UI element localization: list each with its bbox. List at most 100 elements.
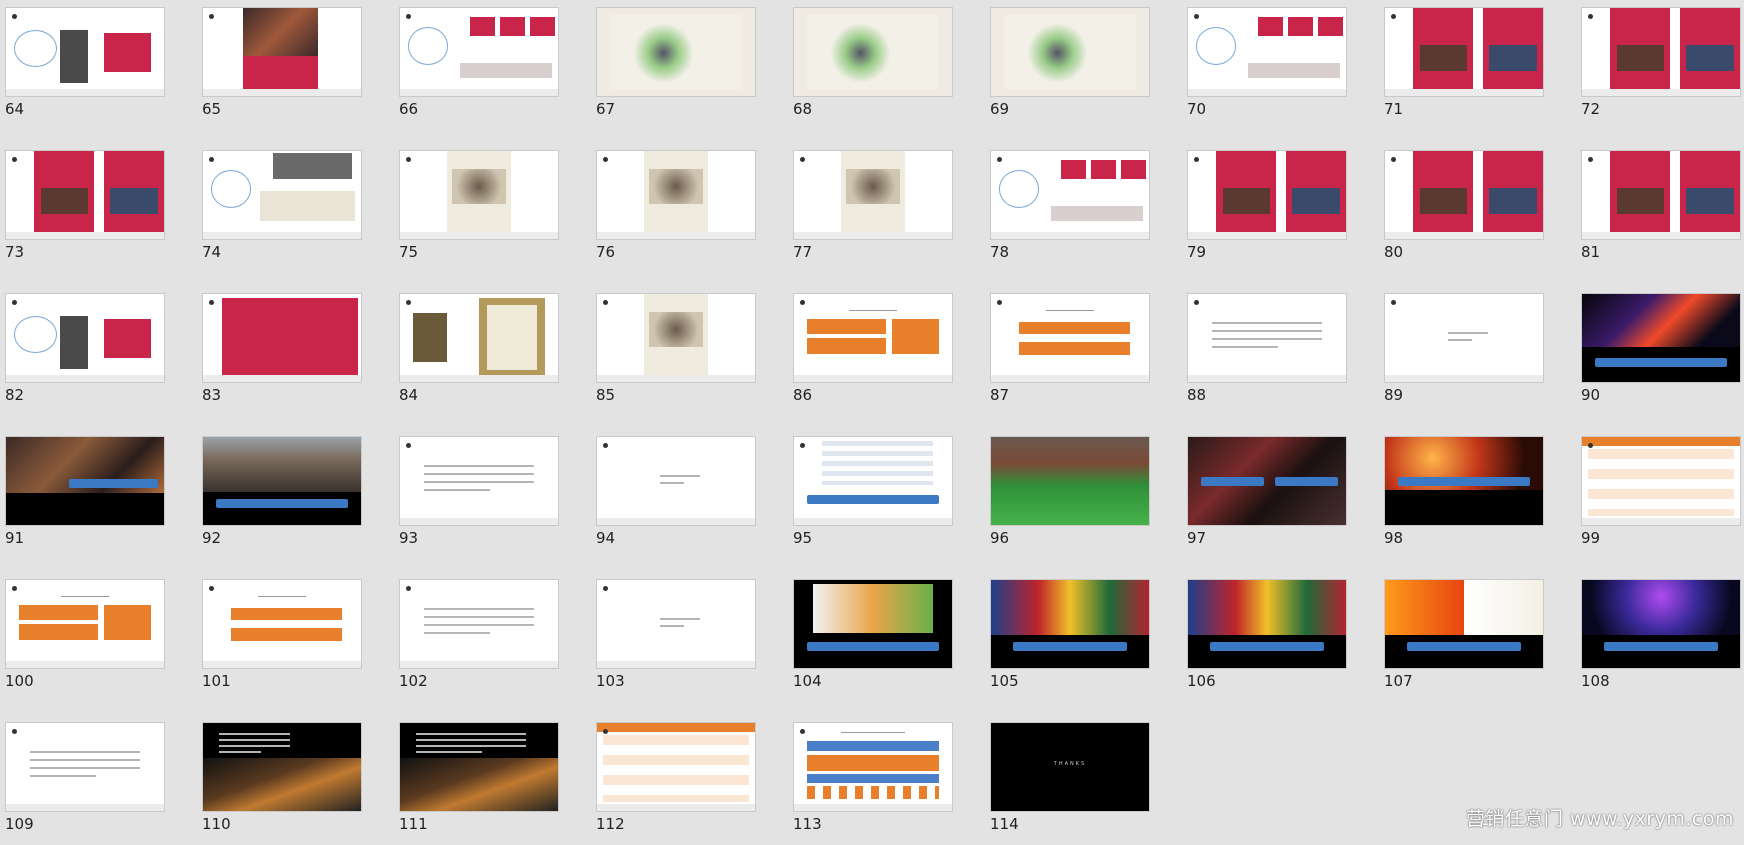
slide-preview[interactable] (990, 7, 1150, 97)
slide-preview[interactable] (202, 293, 362, 383)
slide-preview[interactable] (202, 7, 362, 97)
slide-preview[interactable] (793, 150, 953, 240)
slide-thumbnail[interactable]: 67 (596, 7, 758, 130)
slide-preview[interactable] (990, 579, 1150, 669)
slide-preview[interactable] (1581, 293, 1741, 383)
slide-thumbnail[interactable]: 102 (399, 579, 561, 702)
slide-preview[interactable] (1384, 436, 1544, 526)
slide-preview[interactable] (793, 722, 953, 812)
slide-thumbnail[interactable]: 89 (1384, 293, 1546, 416)
slide-thumbnail[interactable]: 88 (1187, 293, 1349, 416)
slide-thumbnail[interactable]: 99 (1581, 436, 1743, 559)
slide-preview[interactable] (1187, 579, 1347, 669)
slide-thumbnail[interactable]: 79 (1187, 150, 1349, 273)
slide-thumbnail[interactable]: 101 (202, 579, 364, 702)
slide-thumbnail[interactable]: 92 (202, 436, 364, 559)
slide-thumbnail[interactable]: 78 (990, 150, 1152, 273)
slide-thumbnail[interactable]: 104 (793, 579, 955, 702)
slide-thumbnail[interactable]: 77 (793, 150, 955, 273)
slide-preview[interactable] (596, 293, 756, 383)
slide-thumbnail[interactable]: 111 (399, 722, 561, 845)
slide-thumbnail[interactable]: 98 (1384, 436, 1546, 559)
slide-thumbnail[interactable]: 86 (793, 293, 955, 416)
slide-preview[interactable] (399, 436, 559, 526)
slide-preview[interactable] (596, 436, 756, 526)
slide-preview[interactable]: THANKS (990, 722, 1150, 812)
slide-preview[interactable] (1581, 436, 1741, 526)
slide-preview[interactable] (990, 150, 1150, 240)
slide-thumbnail[interactable]: 113 (793, 722, 955, 845)
slide-thumbnail[interactable]: 95 (793, 436, 955, 559)
slide-thumbnail[interactable]: 68 (793, 7, 955, 130)
slide-thumbnail[interactable]: 75 (399, 150, 561, 273)
slide-preview[interactable] (990, 436, 1150, 526)
slide-thumbnail[interactable]: 69 (990, 7, 1152, 130)
slide-preview[interactable] (5, 293, 165, 383)
slide-preview[interactable] (1384, 579, 1544, 669)
slide-thumbnail[interactable]: 105 (990, 579, 1152, 702)
slide-thumbnail[interactable]: 87 (990, 293, 1152, 416)
slide-preview[interactable] (399, 150, 559, 240)
slide-thumbnail[interactable]: 72 (1581, 7, 1743, 130)
slide-preview[interactable] (596, 722, 756, 812)
slide-thumbnail[interactable]: 110 (202, 722, 364, 845)
slide-thumbnail[interactable]: 84 (399, 293, 561, 416)
slide-preview[interactable] (202, 722, 362, 812)
slide-thumbnail[interactable]: 106 (1187, 579, 1349, 702)
slide-preview[interactable] (1384, 150, 1544, 240)
slide-preview[interactable] (596, 7, 756, 97)
slide-preview[interactable] (1384, 7, 1544, 97)
slide-thumbnail[interactable]: 93 (399, 436, 561, 559)
slide-preview[interactable] (793, 7, 953, 97)
slide-thumbnail[interactable]: 103 (596, 579, 758, 702)
slide-thumbnail[interactable]: 70 (1187, 7, 1349, 130)
slide-preview[interactable] (1187, 436, 1347, 526)
slide-thumbnail[interactable]: 76 (596, 150, 758, 273)
slide-preview[interactable] (793, 293, 953, 383)
slide-thumbnail[interactable]: 81 (1581, 150, 1743, 273)
slide-preview[interactable] (5, 150, 165, 240)
slide-preview[interactable] (596, 150, 756, 240)
slide-preview[interactable] (5, 579, 165, 669)
slide-preview[interactable] (202, 150, 362, 240)
slide-thumbnail[interactable]: 80 (1384, 150, 1546, 273)
slide-preview[interactable] (5, 436, 165, 526)
slide-thumbnail[interactable]: 94 (596, 436, 758, 559)
slide-thumbnail[interactable]: 71 (1384, 7, 1546, 130)
slide-thumbnail[interactable]: 97 (1187, 436, 1349, 559)
slide-preview[interactable] (1187, 293, 1347, 383)
slide-preview[interactable] (1187, 7, 1347, 97)
slide-preview[interactable] (1187, 150, 1347, 240)
slide-preview[interactable] (1384, 293, 1544, 383)
slide-preview[interactable] (1581, 150, 1741, 240)
slide-preview[interactable] (1581, 7, 1741, 97)
slide-thumbnail[interactable]: 85 (596, 293, 758, 416)
slide-thumbnail[interactable]: 65 (202, 7, 364, 130)
slide-preview[interactable] (793, 436, 953, 526)
slide-thumbnail[interactable]: 112 (596, 722, 758, 845)
slide-thumbnail[interactable]: 107 (1384, 579, 1546, 702)
slide-thumbnail[interactable]: 90 (1581, 293, 1743, 416)
slide-thumbnail[interactable]: 109 (5, 722, 167, 845)
slide-preview[interactable] (399, 293, 559, 383)
slide-preview[interactable] (202, 579, 362, 669)
slide-preview[interactable] (399, 579, 559, 669)
slide-thumbnail[interactable]: 108 (1581, 579, 1743, 702)
slide-preview[interactable] (793, 579, 953, 669)
slide-preview[interactable] (5, 722, 165, 812)
slide-preview[interactable] (990, 293, 1150, 383)
slide-preview[interactable] (5, 7, 165, 97)
slide-preview[interactable] (1581, 579, 1741, 669)
slide-thumbnail[interactable]: 91 (5, 436, 167, 559)
slide-thumbnail[interactable]: 74 (202, 150, 364, 273)
slide-preview[interactable] (596, 579, 756, 669)
slide-thumbnail[interactable]: 83 (202, 293, 364, 416)
slide-thumbnail[interactable]: 100 (5, 579, 167, 702)
slide-thumbnail[interactable]: 66 (399, 7, 561, 130)
slide-thumbnail[interactable]: 73 (5, 150, 167, 273)
slide-thumbnail[interactable]: 96 (990, 436, 1152, 559)
slide-thumbnail[interactable]: THANKS 114 (990, 722, 1152, 845)
slide-preview[interactable] (399, 7, 559, 97)
slide-thumbnail[interactable]: 82 (5, 293, 167, 416)
slide-preview[interactable] (202, 436, 362, 526)
